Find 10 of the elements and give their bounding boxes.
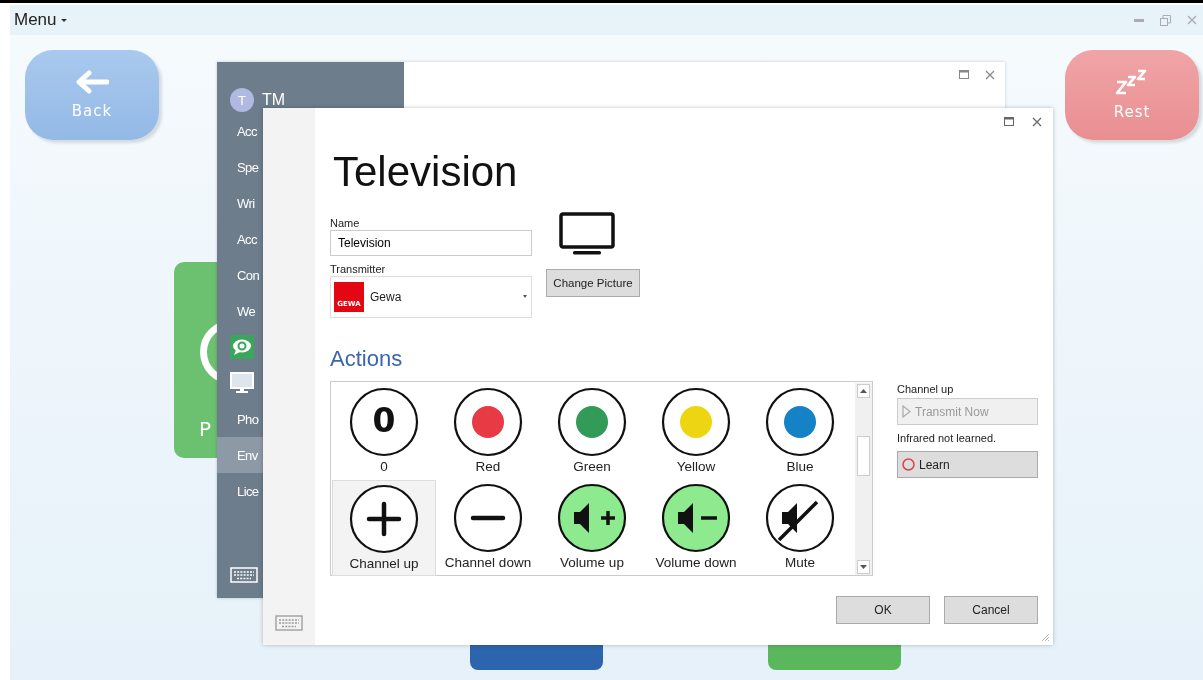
field-label: Transmitter xyxy=(330,263,387,276)
tile-label: P xyxy=(199,417,212,441)
section-heading: Actions xyxy=(330,346,404,372)
action-name: Channel up xyxy=(897,383,955,396)
digit-label: 0 xyxy=(371,400,397,442)
user-name: TM xyxy=(262,91,286,109)
avatar: T xyxy=(230,88,254,112)
status-text: Infrared not learned. xyxy=(897,432,998,445)
dialog-title: Television xyxy=(333,147,519,197)
field-label: Name xyxy=(330,217,361,230)
